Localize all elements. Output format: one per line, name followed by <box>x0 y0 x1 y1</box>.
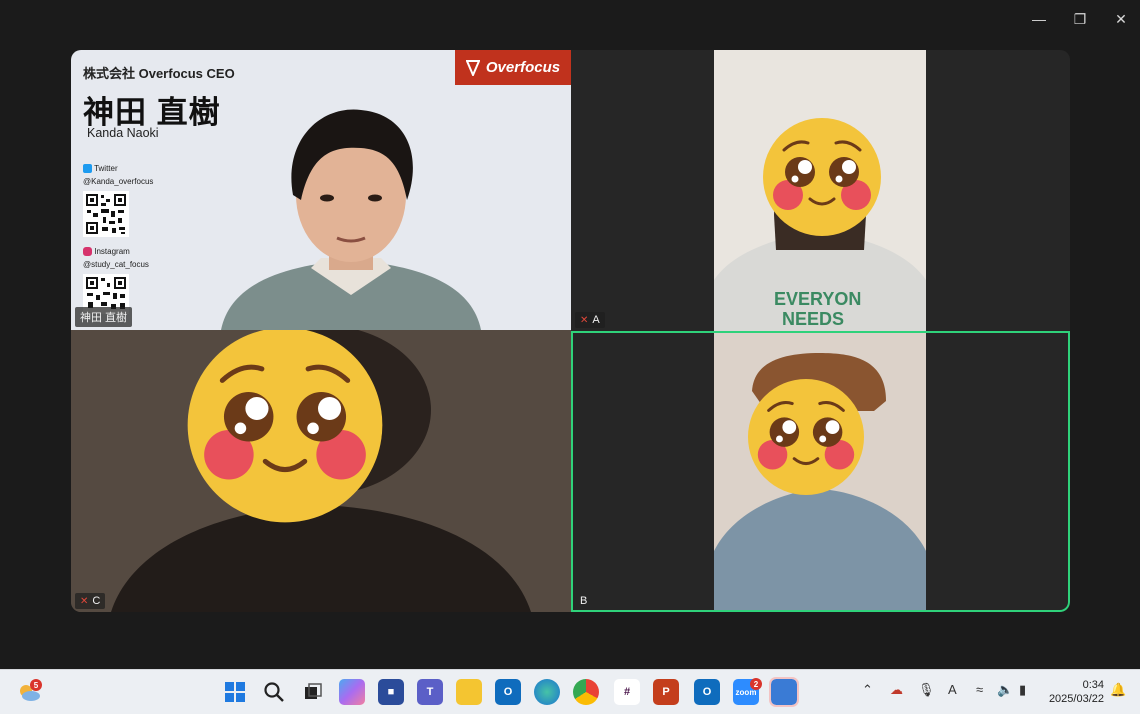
instagram-label: Instagram <box>83 247 130 257</box>
participant-name-tag: ✕ C <box>75 593 106 609</box>
snipping-tool-icon[interactable] <box>769 677 799 707</box>
emoji-face-icon <box>763 118 881 236</box>
twitter-handle: @Kanda_overfocus <box>83 177 154 186</box>
volume-icon[interactable]: 🔈 <box>997 682 1013 698</box>
teams-icon[interactable]: T <box>417 679 443 705</box>
emoji-face-icon <box>747 378 865 496</box>
date-text: 2025/03/22 <box>1048 693 1104 705</box>
instagram-icon <box>83 247 92 257</box>
wifi-icon[interactable]: ≈ <box>976 682 983 697</box>
copilot-icon[interactable] <box>339 679 365 705</box>
task-view-icon[interactable] <box>300 679 326 705</box>
instagram-handle: @study_cat_focus <box>83 260 149 269</box>
twitter-qr-code <box>83 191 129 237</box>
svg-text:EVERYON: EVERYON <box>774 289 861 309</box>
overfocus-logo: Overfocus <box>455 50 571 85</box>
video-tile-speaker[interactable]: Overfocus 株式会社 Overfocus CEO 神田 直樹 Kanda… <box>71 50 571 330</box>
emoji-face-icon <box>187 330 383 523</box>
slack-icon[interactable]: # <box>614 679 640 705</box>
store-icon[interactable]: ■ <box>378 679 404 705</box>
video-tile-b[interactable]: B <box>571 331 1070 612</box>
chrome-icon[interactable] <box>573 679 599 705</box>
svg-text:NEEDS: NEEDS <box>782 309 844 329</box>
outlook-icon[interactable]: O <box>495 679 521 705</box>
taskbar: 5 ■ T O # P O zoom 2 ⌃ ☁ 🎙 A ≈ 🔈 ▮ 0:34 … <box>0 669 1140 714</box>
speaker-name-romaji: Kanda Naoki <box>87 126 159 140</box>
speaker-video <box>221 109 481 330</box>
notification-icon[interactable]: 🔔 <box>1110 682 1126 698</box>
minimize-button[interactable]: — <box>1024 8 1054 30</box>
zoom-badge: 2 <box>750 678 762 690</box>
start-button[interactable] <box>222 679 248 705</box>
participant-name-tag: 神田 直樹 <box>75 307 133 327</box>
close-button[interactable]: ✕ <box>1106 8 1136 30</box>
edge-icon[interactable] <box>534 679 560 705</box>
twitter-icon <box>83 164 92 174</box>
logo-icon <box>465 59 480 76</box>
powerpoint-icon[interactable]: P <box>653 679 679 705</box>
show-hidden-icons-button[interactable]: ⌃ <box>862 682 873 698</box>
video-tile-c[interactable]: ✕ C <box>71 330 571 612</box>
battery-icon[interactable]: ▮ <box>1019 682 1026 698</box>
participant-name-tag: B <box>580 595 588 607</box>
participant-name-tag: ✕ A <box>575 312 605 328</box>
outlook-new-icon[interactable]: O <box>694 679 720 705</box>
restore-button[interactable]: ❐ <box>1065 8 1095 30</box>
ime-indicator[interactable]: A <box>948 682 957 697</box>
weather-badge: 5 <box>30 679 42 691</box>
mic-muted-icon: ✕ <box>580 314 589 326</box>
company-title: 株式会社 Overfocus CEO <box>83 66 235 81</box>
clock[interactable]: 0:34 2025/03/22 <box>1049 678 1104 706</box>
search-icon[interactable] <box>261 679 287 705</box>
mic-icon[interactable]: 🎙 <box>918 682 935 698</box>
time-text: 0:34 <box>1082 679 1104 691</box>
video-gallery: Overfocus 株式会社 Overfocus CEO 神田 直樹 Kanda… <box>71 50 1070 612</box>
file-explorer-icon[interactable] <box>456 679 482 705</box>
video-tile-a[interactable]: EVERYON NEEDS ✕ A <box>571 50 1070 331</box>
cloud-sync-icon[interactable]: ☁ <box>890 682 903 698</box>
twitter-label: Twitter <box>83 164 118 174</box>
mic-muted-icon: ✕ <box>80 595 89 607</box>
